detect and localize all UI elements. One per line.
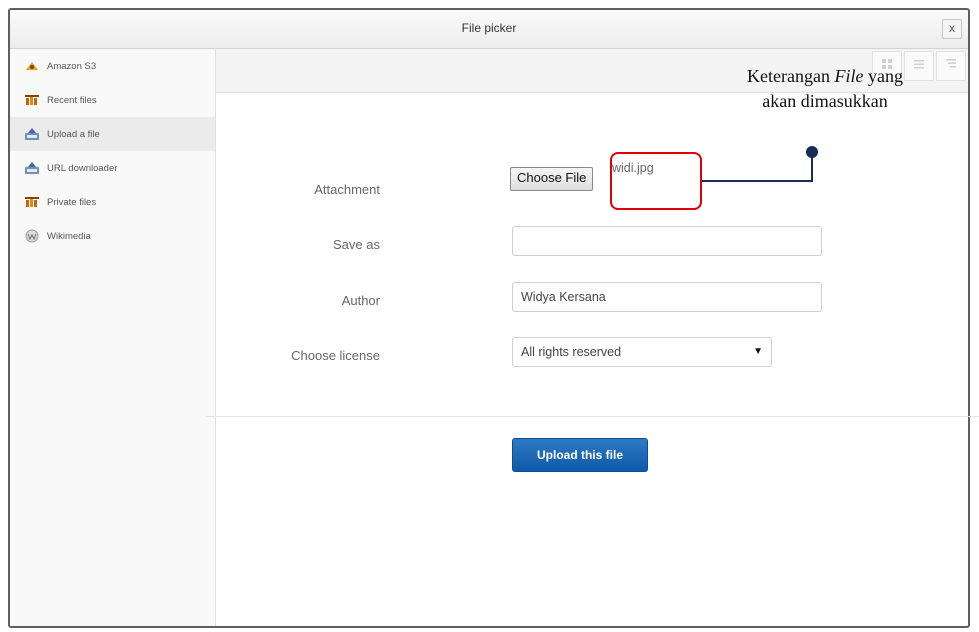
annotation-line-2: akan dimasukkan (762, 91, 888, 111)
annotation-line-1: Keterangan File yang (747, 66, 903, 86)
annotation-text: Keterangan File yang akan dimasukkan (680, 64, 970, 114)
